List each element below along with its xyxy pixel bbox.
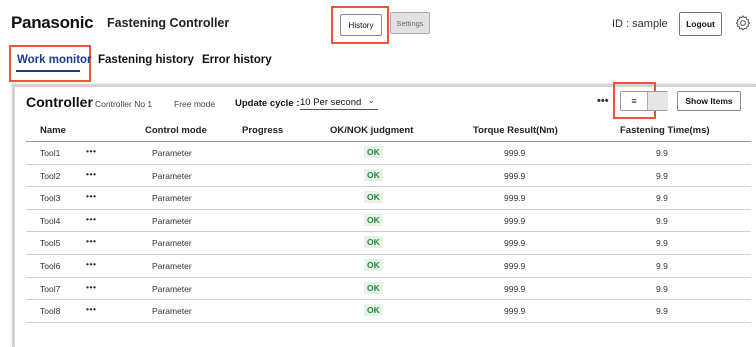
col-judgment: OK/NOK judgment (330, 125, 414, 136)
col-fastening-time: Fastening Time(ms) (620, 125, 710, 136)
control-mode: Parameter (152, 261, 192, 271)
ok-badge: OK (364, 236, 383, 249)
tab-error-history[interactable]: Error history (202, 54, 272, 66)
row-more-icon[interactable]: ••• (86, 236, 96, 246)
ok-badge: OK (364, 191, 383, 204)
fastening-time: 9.9 (656, 193, 668, 204)
table-row[interactable]: Tool1 ••• Parameter OK 999.9 9.9 (26, 142, 751, 165)
tool-name: Tool8 (40, 306, 61, 317)
row-more-icon[interactable]: ••• (86, 191, 96, 201)
row-more-icon[interactable]: ••• (86, 282, 96, 292)
row-more-icon[interactable]: ••• (86, 214, 96, 224)
tool-name: Tool5 (40, 238, 61, 249)
control-mode: Parameter (152, 148, 192, 158)
grid-view-toggle[interactable] (647, 92, 668, 110)
control-mode: Parameter (152, 170, 192, 181)
tool-name: Tool4 (40, 215, 61, 226)
tool-name: Tool3 (40, 193, 61, 204)
control-mode: Parameter (152, 306, 192, 317)
history-button[interactable]: History (340, 14, 382, 36)
brand-logo: Panasonic (11, 13, 94, 32)
col-control-mode: Control mode (145, 125, 207, 136)
ok-badge: OK (364, 259, 383, 271)
table-row[interactable]: Tool4 ••• Parameter OK 999.9 9.9 (26, 210, 751, 233)
view-toggle[interactable]: ≡ (620, 91, 668, 111)
row-more-icon[interactable]: ••• (86, 304, 96, 314)
fastening-time: 9.9 (656, 215, 668, 226)
torque-value: 999.9 (504, 170, 526, 181)
tab-fastening-history[interactable]: Fastening history (98, 54, 194, 66)
active-tab-underline (16, 70, 80, 72)
table-row[interactable]: Tool6 ••• Parameter OK 999.9 9.9 (26, 255, 751, 278)
torque-value: 999.9 (504, 283, 526, 294)
ok-badge: OK (364, 213, 383, 226)
table-row[interactable]: Tool2 ••• Parameter OK 999.9 9.9 (26, 165, 751, 188)
ok-badge: OK (364, 146, 383, 158)
controller-title: Controller (26, 94, 93, 110)
tool-name: Tool6 (40, 261, 61, 271)
update-cycle-value: 10 Per second (300, 97, 362, 108)
table-header: Name Control mode Progress OK/NOK judgme… (26, 118, 751, 142)
list-view-icon[interactable]: ≡ (621, 92, 647, 110)
torque-value: 999.9 (504, 261, 526, 271)
torque-value: 999.9 (504, 238, 526, 249)
table-row[interactable]: Tool8 ••• Parameter OK 999.9 9.9 (26, 300, 751, 323)
chevron-down-icon: ⌄ (367, 95, 375, 105)
control-mode: Parameter (152, 215, 192, 226)
logout-button[interactable]: Logout (679, 12, 722, 36)
mode-label: Free mode (174, 99, 216, 109)
control-mode: Parameter (152, 238, 192, 249)
fastening-time: 9.9 (656, 148, 668, 158)
fastening-time: 9.9 (656, 283, 668, 294)
row-more-icon[interactable]: ••• (86, 146, 96, 156)
col-progress: Progress (242, 125, 284, 136)
torque-value: 999.9 (504, 215, 526, 226)
fastening-time: 9.9 (656, 261, 668, 271)
tool-name: Tool2 (40, 170, 61, 181)
show-items-button[interactable]: Show Items (677, 91, 741, 111)
torque-value: 999.9 (504, 306, 526, 317)
table-row[interactable]: Tool5 ••• Parameter OK 999.9 9.9 (26, 232, 751, 255)
row-more-icon[interactable]: ••• (86, 169, 96, 179)
ok-badge: OK (364, 281, 383, 294)
gear-icon[interactable] (734, 14, 752, 32)
fastening-time: 9.9 (656, 238, 668, 249)
ok-badge: OK (364, 168, 383, 181)
update-cycle-select[interactable]: 10 Per second ⌄ (300, 95, 378, 110)
tool-name: Tool7 (40, 283, 61, 294)
table-row[interactable]: Tool7 ••• Parameter OK 999.9 9.9 (26, 278, 751, 301)
update-cycle-label: Update cycle : (235, 98, 300, 109)
row-more-icon[interactable]: ••• (86, 259, 96, 269)
fastening-time: 9.9 (656, 170, 668, 181)
torque-value: 999.9 (504, 193, 526, 204)
user-id: ID : sample (612, 18, 668, 30)
settings-button[interactable]: Settings (390, 12, 430, 34)
col-torque: Torque Result(Nm) (473, 125, 558, 136)
control-mode: Parameter (152, 283, 192, 294)
tab-work-monitor[interactable]: Work monitor (17, 54, 92, 66)
control-mode: Parameter (152, 193, 192, 204)
controller-number: Controller No 1 (95, 99, 153, 109)
col-name: Name (40, 125, 66, 136)
more-options-icon[interactable]: ••• (597, 95, 609, 107)
header: Panasonic Fastening Controller History S… (0, 0, 756, 48)
app-title: Fastening Controller (107, 16, 230, 30)
table-row[interactable]: Tool3 ••• Parameter OK 999.9 9.9 (26, 187, 751, 210)
tool-name: Tool1 (40, 148, 61, 158)
torque-value: 999.9 (504, 148, 526, 158)
fastening-time: 9.9 (656, 306, 668, 317)
ok-badge: OK (364, 304, 383, 317)
